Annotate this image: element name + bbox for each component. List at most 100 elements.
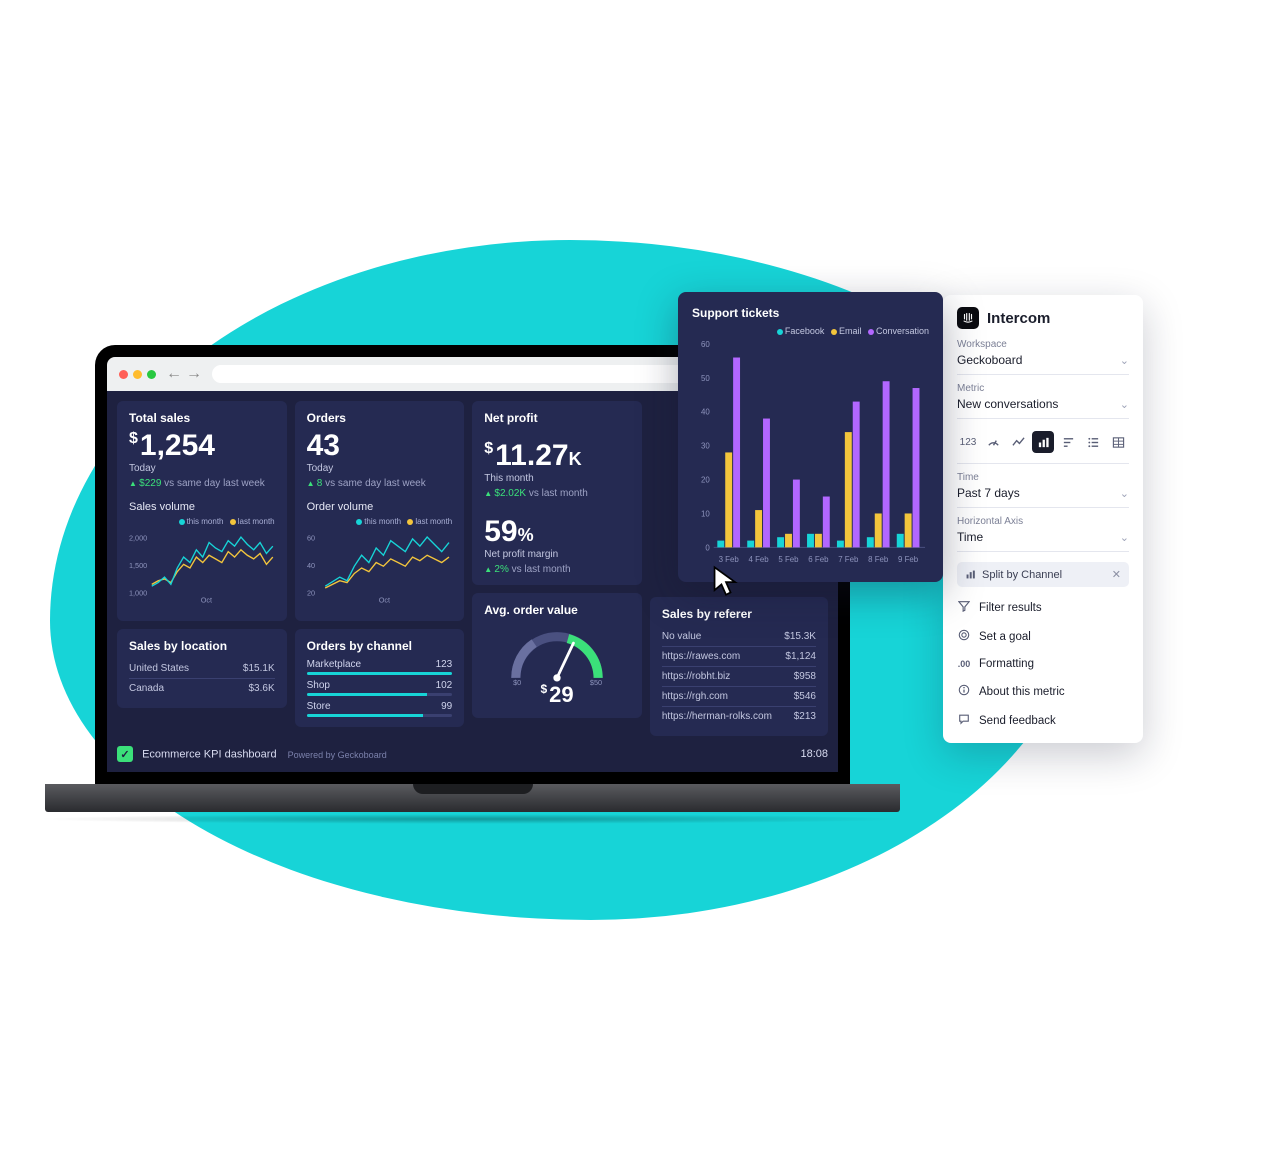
- order-volume-chart: 60 40 20 Oct: [307, 528, 453, 608]
- maximize-dot[interactable]: [147, 370, 156, 379]
- panel-actions: Filter results Set a goal .00Formatting …: [957, 593, 1129, 735]
- card-title: Orders: [307, 411, 453, 425]
- svg-text:2,000: 2,000: [129, 534, 147, 543]
- svg-text:1,500: 1,500: [129, 561, 147, 570]
- svg-text:$50: $50: [590, 678, 602, 687]
- period-label: Today: [307, 463, 453, 474]
- delta: 8 vs same day last week: [307, 478, 453, 489]
- card-support-tickets[interactable]: Support tickets Facebook Email Conversat…: [678, 292, 943, 582]
- about-metric-link[interactable]: About this metric: [957, 677, 1129, 706]
- viz-leaderboard-button[interactable]: [1057, 431, 1079, 453]
- card-orders[interactable]: Orders 43 Today 8 vs same day last week …: [295, 401, 465, 621]
- svg-text:8 Feb: 8 Feb: [868, 555, 889, 564]
- close-dot[interactable]: [119, 370, 128, 379]
- set-goal-link[interactable]: Set a goal: [957, 622, 1129, 651]
- chat-icon: [957, 713, 971, 728]
- intercom-logo-icon: [957, 307, 979, 329]
- svg-text:5 Feb: 5 Feb: [778, 555, 799, 564]
- list-item: https://rawes.com$1,124: [662, 646, 816, 666]
- channel-row: Shop102: [307, 680, 453, 696]
- legend: Facebook Email Conversation: [692, 326, 929, 336]
- filter-results-link[interactable]: Filter results: [957, 593, 1129, 622]
- formatting-link[interactable]: .00Formatting: [957, 651, 1129, 677]
- list-item: https://rgh.com$546: [662, 686, 816, 706]
- forward-button[interactable]: →: [186, 365, 202, 383]
- send-feedback-link[interactable]: Send feedback: [957, 706, 1129, 735]
- card-title: Orders by channel: [307, 639, 453, 653]
- total-sales-value: $1,254: [129, 431, 275, 461]
- svg-text:20: 20: [307, 588, 315, 597]
- net-profit-value: $11.27K: [484, 441, 630, 471]
- viz-number-button[interactable]: 123: [957, 431, 979, 453]
- svg-text:60: 60: [701, 340, 710, 349]
- channel-row: Marketplace123: [307, 659, 453, 675]
- card-total-sales[interactable]: Total sales $1,254 Today $229 vs same da…: [117, 401, 287, 621]
- field-label: Horizontal Axis: [957, 516, 1129, 527]
- card-title: Support tickets: [692, 306, 929, 320]
- referer-list: No value$15.3K https://rawes.com$1,124 h…: [662, 627, 816, 726]
- brand-name: Intercom: [987, 310, 1050, 327]
- card-orders-by-channel[interactable]: Orders by channel Marketplace123 Shop102…: [295, 629, 465, 727]
- card-sales-by-referer[interactable]: Sales by referer No value$15.3K https://…: [650, 597, 828, 736]
- list-item: https://herman-rolks.com$213: [662, 706, 816, 726]
- split-chip[interactable]: Split by Channel ✕: [957, 562, 1129, 587]
- svg-text:9 Feb: 9 Feb: [898, 555, 919, 564]
- browser-nav: ← →: [166, 365, 202, 383]
- delta: $2.02K vs last month: [484, 488, 630, 499]
- svg-text:$0: $0: [513, 678, 521, 687]
- svg-text:10: 10: [701, 509, 710, 518]
- viz-line-button[interactable]: [1007, 431, 1029, 453]
- time-select[interactable]: Past 7 days⌄: [957, 483, 1129, 508]
- gauge-chart: $0 $50: [497, 623, 617, 687]
- formatting-icon: .00: [957, 659, 971, 669]
- target-icon: [957, 629, 971, 644]
- svg-text:6 Feb: 6 Feb: [808, 555, 829, 564]
- legend: this month last month: [307, 517, 453, 526]
- powered-by: Powered by Geckoboard: [288, 750, 387, 760]
- bar-chart-icon: [965, 569, 976, 580]
- subchart-title: Order volume: [307, 501, 453, 513]
- card-avg-order-value[interactable]: Avg. order value $0 $50 $29: [472, 593, 642, 718]
- svg-text:Oct: Oct: [201, 596, 212, 605]
- chevron-down-icon: ⌄: [1120, 531, 1129, 544]
- workspace-select[interactable]: Geckoboard⌄: [957, 350, 1129, 375]
- info-icon: [957, 684, 971, 699]
- dashboard-title-wrap: ✓ Ecommerce KPI dashboard Powered by Gec…: [117, 746, 387, 762]
- svg-text:40: 40: [701, 408, 710, 417]
- remove-chip-button[interactable]: ✕: [1112, 568, 1121, 581]
- svg-text:Oct: Oct: [378, 596, 389, 605]
- delta: 2% vs last month: [484, 564, 630, 575]
- viz-bar-button[interactable]: [1032, 431, 1054, 453]
- geckoboard-logo-icon: ✓: [117, 746, 133, 762]
- minimize-dot[interactable]: [133, 370, 142, 379]
- laptop-base: [45, 784, 900, 812]
- card-title: Sales by location: [129, 639, 275, 653]
- card-title: Sales by referer: [662, 607, 816, 621]
- horizontal-axis-select[interactable]: Time⌄: [957, 527, 1129, 552]
- svg-text:1,000: 1,000: [129, 588, 147, 597]
- channel-row: Store99: [307, 701, 453, 717]
- period-label: Today: [129, 463, 275, 474]
- location-list: United States$15.1K Canada$3.6K: [129, 659, 275, 698]
- viz-table-button[interactable]: [1107, 431, 1129, 453]
- field-label: Time: [957, 472, 1129, 483]
- viz-list-button[interactable]: [1082, 431, 1104, 453]
- viz-gauge-button[interactable]: [982, 431, 1004, 453]
- svg-text:60: 60: [307, 534, 315, 543]
- config-panel: Intercom Workspace Geckoboard⌄ Metric Ne…: [943, 295, 1143, 743]
- svg-text:20: 20: [701, 476, 710, 485]
- period-label: This month: [484, 473, 630, 484]
- chevron-down-icon: ⌄: [1120, 398, 1129, 411]
- back-button[interactable]: ←: [166, 365, 182, 383]
- field-label: Workspace: [957, 339, 1129, 350]
- list-item: Canada$3.6K: [129, 678, 275, 698]
- net-profit-margin-value: 59%: [484, 517, 630, 547]
- laptop-shadow: [35, 814, 910, 824]
- integration-brand: Intercom: [957, 307, 1129, 329]
- card-net-profit[interactable]: Net profit $11.27K This month $2.02K vs …: [472, 401, 642, 585]
- card-sales-by-location[interactable]: Sales by location United States$15.1K Ca…: [117, 629, 287, 708]
- viz-type-row: 123: [957, 431, 1129, 464]
- subchart-title: Sales volume: [129, 501, 275, 513]
- metric-select[interactable]: New conversations⌄: [957, 394, 1129, 419]
- svg-text:4 Feb: 4 Feb: [748, 555, 769, 564]
